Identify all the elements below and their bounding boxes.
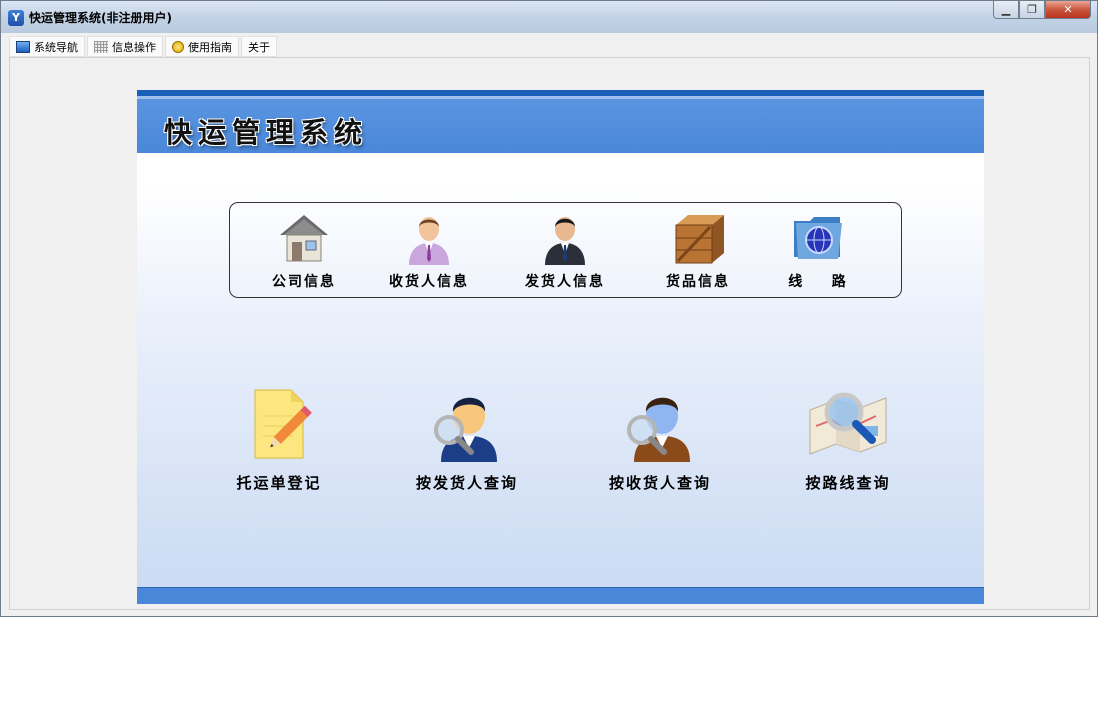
action-label: 托运单登记 (236, 474, 322, 492)
window-controls: ▁ ❐ ✕ (993, 1, 1091, 19)
sender-person-icon (545, 217, 585, 265)
close-button[interactable]: ✕ (1045, 1, 1091, 19)
footer-band (137, 587, 984, 604)
app-logo-icon: Y (8, 10, 24, 26)
query-by-receiver-button[interactable]: 按收货人查询 (585, 386, 735, 493)
tab-label: 关于 (248, 40, 270, 54)
info-section: 公司信息 收货人信息 发货人信息 货品信息 线 路 (229, 202, 902, 298)
info-label: 公司信息 (272, 274, 336, 290)
action-label: 按收货人查询 (608, 474, 711, 492)
content-area: 快运管理系统 公司信息 收货人信息 发货人信息 货品信息 线 路 托运单登记 按… (137, 90, 984, 604)
house-icon (280, 215, 328, 262)
routes-button[interactable]: 线 路 (768, 209, 868, 291)
notepad-pencil-icon (254, 389, 312, 459)
query-by-route-button[interactable]: 按路线查询 (773, 386, 923, 493)
window-title: 快运管理系统(非注册用户) (29, 11, 172, 25)
action-label: 按路线查询 (805, 474, 891, 492)
header-banner: 快运管理系统 (137, 96, 984, 153)
tab-system-nav[interactable]: 系统导航 (9, 36, 85, 57)
info-label: 发货人信息 (525, 274, 605, 290)
banner-title: 快运管理系统 (164, 116, 369, 149)
sender-info-button[interactable]: 发货人信息 (515, 209, 615, 291)
menu-bar: 系统导航 信息操作 使用指南 关于 (9, 36, 277, 57)
tab-info-ops[interactable]: 信息操作 (87, 36, 163, 57)
tab-about[interactable]: 关于 (241, 36, 277, 57)
goods-info-button[interactable]: 货品信息 (648, 209, 748, 291)
tab-label: 系统导航 (34, 40, 78, 54)
receiver-person-icon (409, 217, 449, 265)
tab-label: 信息操作 (112, 40, 156, 54)
company-info-button[interactable]: 公司信息 (254, 209, 354, 291)
wooden-crate-icon (675, 215, 724, 264)
tab-user-guide[interactable]: 使用指南 (165, 36, 239, 57)
query-by-sender-button[interactable]: 按发货人查询 (392, 386, 542, 493)
restore-button[interactable]: ❐ (1019, 1, 1045, 19)
tab-label: 使用指南 (188, 40, 232, 54)
map-magnifier-icon (809, 392, 887, 455)
info-label: 货品信息 (666, 274, 730, 290)
globe-folder-icon (794, 217, 842, 259)
action-label: 按发货人查询 (415, 474, 518, 492)
guide-icon (172, 40, 184, 53)
system-nav-icon (16, 40, 30, 53)
grid-icon (94, 40, 108, 53)
waybill-register-button[interactable]: 托运单登记 (204, 386, 354, 493)
minimize-button[interactable]: ▁ (993, 1, 1019, 19)
info-label: 收货人信息 (389, 274, 469, 290)
user-magnifier-icon (627, 397, 690, 462)
info-label: 线 路 (788, 274, 848, 290)
title-bar[interactable]: Y 快运管理系统(非注册用户) ▁ ❐ ✕ (1, 1, 1097, 33)
user-magnifier-icon (434, 397, 497, 462)
receiver-info-button[interactable]: 收货人信息 (379, 209, 479, 291)
